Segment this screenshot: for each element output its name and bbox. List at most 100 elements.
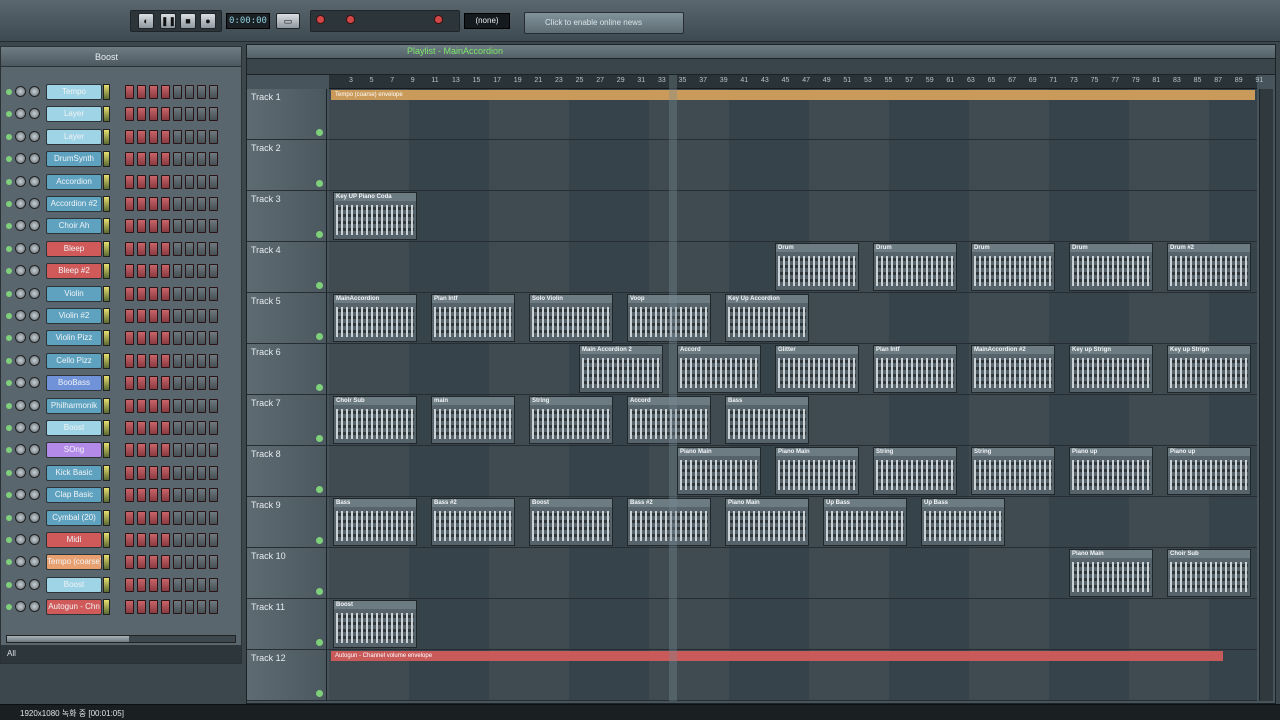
step-button[interactable] xyxy=(137,309,146,323)
playlist-vertical-scroll[interactable] xyxy=(1259,89,1273,701)
step-button[interactable] xyxy=(209,85,218,99)
volume-knob[interactable] xyxy=(29,198,40,209)
step-button[interactable] xyxy=(161,107,170,122)
pattern-clip[interactable]: Key UP Piano Coda xyxy=(333,192,417,240)
step-button[interactable] xyxy=(185,555,194,570)
channel-name-button[interactable]: Layer xyxy=(46,128,102,145)
pattern-clip[interactable]: Up Bass xyxy=(921,498,1005,546)
step-button[interactable] xyxy=(197,465,206,480)
timeline-ruler[interactable]: 3 5 7 9 11 13 15 17 19 21 23 25 27 29 31 33 35 37 39 41 43 45… xyxy=(329,75,1263,89)
step-button[interactable] xyxy=(137,241,146,256)
channel-row[interactable]: Philharmonik xyxy=(1,395,241,417)
pan-knob[interactable] xyxy=(15,130,26,142)
pattern-clip[interactable]: Drum xyxy=(971,243,1055,291)
step-button[interactable] xyxy=(197,488,206,503)
pattern-clip[interactable]: Piano Main xyxy=(725,498,809,546)
channel-mute-led[interactable] xyxy=(6,514,12,521)
step-button[interactable] xyxy=(185,421,194,435)
volume-knob[interactable] xyxy=(29,332,40,344)
track-header[interactable]: Track 1 xyxy=(247,89,327,139)
pattern-clip[interactable]: Piano up xyxy=(1069,447,1153,495)
volume-knob[interactable] xyxy=(29,265,40,277)
pause-button[interactable]: ❚❚ xyxy=(160,13,176,29)
step-button[interactable] xyxy=(149,421,158,435)
step-button[interactable] xyxy=(137,129,146,144)
step-button[interactable] xyxy=(161,152,170,167)
step-button[interactable] xyxy=(197,219,206,234)
volume-knob[interactable] xyxy=(29,310,40,321)
pan-knob[interactable] xyxy=(15,377,26,389)
step-button[interactable] xyxy=(125,555,134,570)
step-button[interactable] xyxy=(125,577,134,592)
channel-mute-led[interactable] xyxy=(6,178,12,185)
channel-name-button[interactable]: Violin xyxy=(46,285,102,302)
pattern-clip[interactable]: Key up Strign xyxy=(1167,345,1251,393)
channel-name-button[interactable]: SOng xyxy=(46,442,102,459)
step-button[interactable] xyxy=(185,286,194,301)
channel-name-button[interactable]: Kick Basic xyxy=(46,464,102,481)
pattern-clip[interactable]: Drum xyxy=(1069,243,1153,291)
loop-led[interactable] xyxy=(434,15,443,24)
pan-knob[interactable] xyxy=(15,86,26,97)
channel-name-button[interactable]: DrumSynth xyxy=(46,151,102,168)
step-button[interactable] xyxy=(209,443,218,458)
channel-mute-led[interactable] xyxy=(6,447,12,454)
track-header[interactable]: Track 12 xyxy=(247,650,327,700)
step-button[interactable] xyxy=(125,286,134,301)
track-area[interactable]: Tempo (coarse) envelope xyxy=(329,89,1257,139)
pattern-clip[interactable]: Drum xyxy=(775,243,859,291)
step-button[interactable] xyxy=(197,533,206,547)
step-button[interactable] xyxy=(149,241,158,256)
pan-knob[interactable] xyxy=(15,310,26,321)
step-button[interactable] xyxy=(125,421,134,435)
step-button[interactable] xyxy=(185,174,194,189)
pan-knob[interactable] xyxy=(15,399,26,411)
pan-knob[interactable] xyxy=(15,108,26,120)
track-enable-led[interactable] xyxy=(316,282,323,289)
channel-mute-led[interactable] xyxy=(6,201,12,207)
channel-mute-led[interactable] xyxy=(6,559,12,566)
step-button[interactable] xyxy=(137,85,146,99)
pan-knob[interactable] xyxy=(15,198,26,209)
step-button[interactable] xyxy=(173,286,182,301)
pattern-clip[interactable]: Choir Sub xyxy=(1167,549,1251,597)
step-button[interactable] xyxy=(209,577,218,592)
step-button[interactable] xyxy=(173,197,182,211)
step-button[interactable] xyxy=(197,197,206,211)
step-button[interactable] xyxy=(125,488,134,503)
step-button[interactable] xyxy=(185,331,194,346)
automation-envelope-clip[interactable]: Autogun - Channel volume envelope xyxy=(331,651,1223,661)
pattern-clip[interactable]: MainAccordion #2 xyxy=(971,345,1055,393)
step-button[interactable] xyxy=(137,600,146,615)
step-button[interactable] xyxy=(125,398,134,413)
channel-name-button[interactable]: Bleep xyxy=(46,240,102,257)
pattern-clip[interactable]: Boost xyxy=(333,600,417,648)
channel-name-button[interactable]: Boost xyxy=(46,576,102,593)
pan-knob[interactable] xyxy=(15,578,26,590)
volume-knob[interactable] xyxy=(29,578,40,590)
channel-row[interactable]: Accordion #2 xyxy=(1,193,241,215)
step-button[interactable] xyxy=(197,85,206,99)
channel-row[interactable]: Boost xyxy=(1,417,241,439)
pattern-clip[interactable]: Plan Intf xyxy=(431,294,515,342)
channel-row[interactable]: Bleep #2 xyxy=(1,260,241,282)
step-button[interactable] xyxy=(185,510,194,525)
step-button[interactable] xyxy=(197,398,206,413)
step-button[interactable] xyxy=(185,577,194,592)
pattern-clip[interactable]: Bass xyxy=(725,396,809,444)
step-button[interactable] xyxy=(173,555,182,570)
rack-scrollbar[interactable] xyxy=(6,635,236,643)
step-button[interactable] xyxy=(161,174,170,189)
channel-name-button[interactable]: Boost xyxy=(46,420,102,436)
step-button[interactable] xyxy=(173,309,182,323)
channel-mute-led[interactable] xyxy=(6,469,12,476)
step-button[interactable] xyxy=(209,465,218,480)
step-button[interactable] xyxy=(173,264,182,279)
track-enable-led[interactable] xyxy=(316,537,323,544)
step-button[interactable] xyxy=(185,353,194,368)
step-button[interactable] xyxy=(137,533,146,547)
pattern-clip[interactable]: Bass #2 xyxy=(431,498,515,546)
track-area[interactable]: Choir Sub main String Accord Bass xyxy=(329,395,1257,445)
pattern-clip[interactable]: Drum xyxy=(873,243,957,291)
step-button[interactable] xyxy=(197,286,206,301)
